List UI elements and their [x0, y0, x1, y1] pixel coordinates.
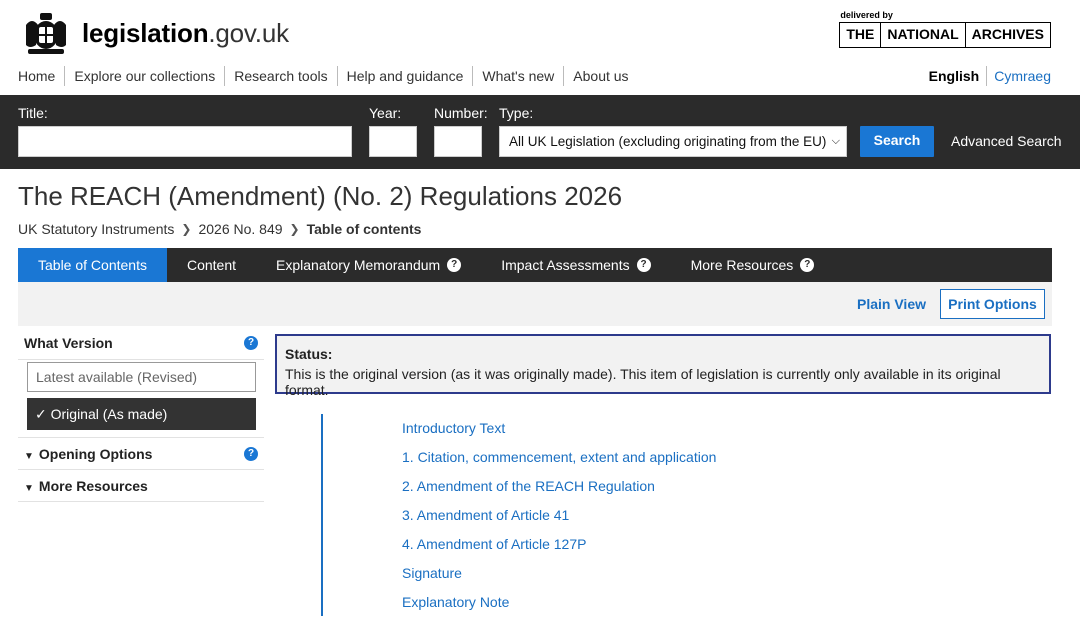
help-icon[interactable]: ? — [800, 258, 815, 272]
lang-welsh[interactable]: Cymraeg — [986, 66, 1051, 86]
toc-item[interactable]: 3. Amendment of Article 41 — [402, 506, 716, 535]
opening-options-toggle[interactable]: ▼ Opening Options ? — [18, 438, 264, 470]
breadcrumb: UK Statutory Instruments ❯ 2026 No. 849 … — [18, 221, 421, 237]
delivered-by-label: delivered by — [840, 10, 893, 20]
tab-more-resources[interactable]: More Resources? — [671, 248, 835, 282]
tab-table-of-contents[interactable]: Table of Contents — [18, 248, 167, 289]
version-sidebar: What Version ? Latest available (Revised… — [18, 326, 264, 502]
nav-help-guidance[interactable]: Help and guidance — [336, 66, 473, 86]
toc-item[interactable]: 1. Citation, commencement, extent and ap… — [402, 448, 716, 477]
breadcrumb-current: Table of contents — [306, 221, 422, 237]
tna-wordmark: THE NATIONAL ARCHIVES — [839, 22, 1051, 48]
tna-word: NATIONAL — [881, 23, 966, 47]
nav-about-us[interactable]: About us — [563, 66, 637, 86]
chevron-right-icon: ❯ — [289, 222, 300, 236]
language-switcher: English Cymraeg — [929, 66, 1051, 86]
site-logo[interactable]: legislation.gov.uk — [18, 8, 289, 58]
nav-research-tools[interactable]: Research tools — [224, 66, 336, 86]
toc-rule — [321, 414, 323, 616]
title-label: Title: — [18, 105, 48, 121]
site-name: legislation.gov.uk — [82, 17, 289, 48]
triangle-down-icon: ▼ — [24, 450, 34, 462]
what-version-heading: What Version ? — [18, 326, 264, 360]
help-icon[interactable]: ? — [636, 258, 651, 272]
status-panel: Status: This is the original version (as… — [275, 334, 1051, 398]
help-icon[interactable]: ? — [244, 446, 258, 461]
tab-explanatory-memorandum[interactable]: Explanatory Memorandum? — [256, 248, 481, 282]
tna-word: THE — [840, 23, 882, 47]
national-archives-logo[interactable]: delivered by THE NATIONAL ARCHIVES — [839, 10, 1051, 48]
search-bar: Title: Year: Number: Type: All UK Legisl… — [0, 95, 1080, 169]
chevron-right-icon: ❯ — [181, 222, 192, 236]
toc-item[interactable]: 2. Amendment of the REACH Regulation — [402, 477, 716, 506]
tab-impact-assessments[interactable]: Impact Assessments? — [481, 248, 670, 282]
sidebar-divider — [18, 430, 264, 438]
toc-item[interactable]: Explanatory Note — [402, 593, 716, 622]
latest-version-button[interactable]: Latest available (Revised) — [27, 362, 256, 392]
status-title: Status: — [285, 346, 333, 362]
toc-item[interactable]: Introductory Text — [402, 419, 716, 448]
status-text: This is the original version (as it was … — [285, 366, 1001, 398]
help-icon[interactable]: ? — [447, 258, 462, 272]
type-label: Type: — [499, 105, 534, 121]
advanced-search-link[interactable]: Advanced Search — [951, 133, 1062, 149]
page-title: The REACH (Amendment) (No. 2) Regulation… — [18, 181, 623, 211]
triangle-down-icon: ▼ — [24, 482, 34, 494]
year-input[interactable] — [369, 126, 417, 157]
title-input[interactable] — [18, 126, 352, 157]
nav-explore-collections[interactable]: Explore our collections — [64, 66, 224, 86]
view-toolbar: Plain View Print Options — [18, 282, 1052, 326]
toc-item[interactable]: Signature — [402, 564, 716, 593]
year-label: Year: — [369, 105, 402, 121]
help-icon[interactable]: ? — [244, 335, 258, 350]
toc-item[interactable]: 4. Amendment of Article 127P — [402, 535, 716, 564]
tab-content[interactable]: Content — [167, 248, 256, 282]
tna-word: ARCHIVES — [971, 26, 1044, 42]
original-version-button[interactable]: ✓ Original (As made) — [27, 398, 256, 430]
breadcrumb-link[interactable]: 2026 No. 849 — [198, 221, 282, 237]
number-label: Number: — [434, 105, 488, 121]
royal-crest-icon — [26, 13, 66, 54]
print-options-button[interactable]: Print Options — [940, 289, 1045, 319]
type-select[interactable]: All UK Legislation (excluding originatin… — [499, 126, 847, 157]
lang-english: English — [928, 68, 980, 84]
top-navigation: Home Explore our collections Research to… — [18, 66, 638, 86]
more-resources-toggle[interactable]: ▼ More Resources — [18, 470, 264, 502]
nav-whats-new[interactable]: What's new — [472, 66, 563, 86]
table-of-contents-list: Introductory Text 1. Citation, commencem… — [402, 419, 716, 622]
breadcrumb-link[interactable]: UK Statutory Instruments — [18, 221, 174, 237]
type-select-value: All UK Legislation (excluding originatin… — [509, 134, 827, 149]
chevron-down-icon: ⌵ — [831, 135, 840, 147]
legislation-tabs: Table of Contents Content Explanatory Me… — [18, 248, 1052, 289]
nav-home[interactable]: Home — [18, 66, 64, 86]
number-input[interactable] — [434, 126, 482, 157]
plain-view-link[interactable]: Plain View — [857, 296, 926, 312]
search-button[interactable]: Search — [860, 126, 934, 157]
